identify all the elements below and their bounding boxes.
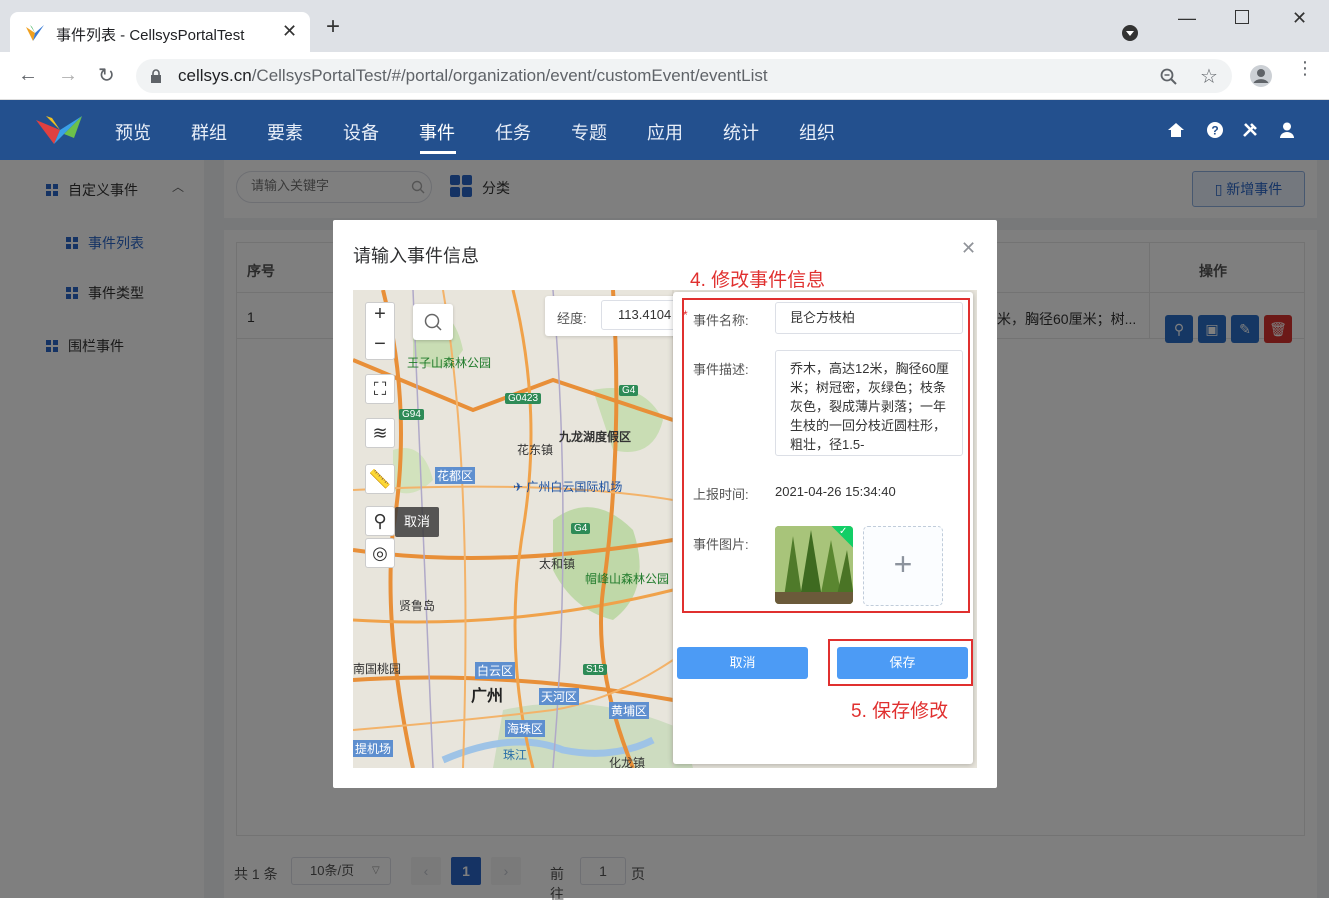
fullscreen-button[interactable]: ⛶	[365, 374, 395, 404]
road-shield: G94	[399, 409, 424, 420]
nav-devices[interactable]: 设备	[343, 119, 379, 145]
step5-annotation: 5. 保存修改	[851, 701, 949, 722]
account-icon[interactable]	[1250, 65, 1272, 87]
map-label: ✈ 广州白云国际机场	[513, 480, 623, 494]
map-label: 海珠区	[505, 720, 546, 737]
app-logo-icon	[26, 25, 44, 41]
nav-active-indicator	[420, 151, 456, 154]
browser-menu-icon[interactable]: ⋮	[1296, 59, 1314, 77]
window-close-icon[interactable]: ✕	[1292, 8, 1307, 29]
tab-close-icon[interactable]: ✕	[282, 21, 297, 42]
road-shield: S15	[583, 664, 607, 675]
locate-button[interactable]: ◎	[365, 538, 395, 568]
road-shield: G0423	[505, 393, 542, 404]
map-label: 花都区	[435, 467, 476, 484]
map-label: 帽峰山森林公园	[585, 572, 670, 586]
nav-topics[interactable]: 专题	[571, 119, 607, 145]
reload-icon[interactable]: ↻	[98, 63, 115, 88]
help-icon[interactable]: ?	[1206, 121, 1224, 139]
step4-annotation: 4. 修改事件信息	[690, 270, 826, 291]
app-top-nav: 预览 群组 要素 设备 事件 任务 专题 应用 统计 组织 ?	[0, 100, 1329, 160]
map-label: 王子山森林公园	[407, 356, 492, 370]
lock-icon	[151, 69, 161, 83]
browser-tab[interactable]: 事件列表 - CellsysPortalTest ✕	[10, 12, 310, 52]
search-icon	[424, 313, 442, 331]
airport-label: 广州白云国际机场	[526, 480, 623, 494]
zoom-out-button[interactable]: −	[372, 333, 388, 356]
dialog-close-icon[interactable]: ✕	[961, 238, 976, 259]
measure-button[interactable]: 📏	[365, 464, 395, 494]
road-shield: G4	[619, 385, 639, 396]
edit-highlight-box	[682, 298, 970, 613]
browser-tab-bar: 事件列表 - CellsysPortalTest ✕ + — ✕	[0, 0, 1329, 52]
ruler-icon: 📏	[368, 469, 392, 489]
map-label: 九龙湖度假区	[559, 430, 632, 444]
minimize-icon[interactable]: —	[1178, 8, 1196, 29]
nav-stats[interactable]: 统计	[723, 119, 759, 145]
forward-icon[interactable]: →	[58, 64, 78, 87]
longitude-label: 经度:	[557, 311, 587, 326]
nav-org[interactable]: 组织	[799, 119, 835, 145]
map-pin-icon: ⚲	[373, 511, 387, 531]
address-bar-row: ← → ↻ cellsys.cn/CellsysPortalTest/#/por…	[0, 52, 1329, 100]
longitude-input[interactable]: 113.4104	[601, 300, 683, 330]
zoom-in-button[interactable]: +	[372, 303, 388, 326]
new-tab-button[interactable]: +	[326, 15, 340, 39]
url-host: cellsys.cn	[178, 66, 252, 85]
map-label: 珠江	[503, 748, 528, 762]
nav-apps[interactable]: 应用	[647, 119, 683, 145]
home-icon[interactable]	[1167, 122, 1185, 138]
event-info-dialog: 请输入事件信息 ✕ 王子山森林公园 G0423 G4 G94 九龙湖度假区 花东…	[333, 220, 997, 788]
map-label: 黄埔区	[609, 702, 650, 719]
nav-elements[interactable]: 要素	[267, 119, 303, 145]
pick-point-button[interactable]: ⚲	[365, 506, 395, 536]
cancel-pick-tooltip[interactable]: 取消	[395, 507, 439, 537]
layers-icon: ≋	[372, 423, 388, 443]
zoom-icon[interactable]	[1160, 68, 1178, 86]
maximize-icon[interactable]	[1235, 10, 1249, 24]
map-label: 化龙镇	[609, 756, 646, 768]
url-input[interactable]: cellsys.cn/CellsysPortalTest/#/portal/or…	[136, 59, 1232, 93]
nav-events[interactable]: 事件	[419, 119, 455, 145]
map-label: 花东镇	[517, 443, 554, 457]
url-path: /CellsysPortalTest/#/portal/organization…	[251, 66, 768, 85]
fullscreen-icon: ⛶	[373, 379, 387, 399]
layers-button[interactable]: ≋	[365, 418, 395, 448]
map-label: 天河区	[539, 688, 580, 705]
map-search-button[interactable]	[413, 304, 453, 340]
road-shield: G4	[571, 523, 591, 534]
svg-text:?: ?	[1211, 124, 1218, 138]
nav-preview[interactable]: 预览	[115, 119, 151, 145]
profile-menu-icon[interactable]	[1121, 24, 1139, 42]
bookmark-star-icon[interactable]: ☆	[1200, 64, 1218, 89]
user-icon[interactable]	[1278, 121, 1296, 139]
cellsys-logo-icon	[36, 116, 82, 144]
target-icon: ◎	[372, 543, 388, 563]
nav-tasks[interactable]: 任务	[495, 119, 531, 145]
map-label: 白云区	[475, 662, 516, 679]
nav-groups[interactable]: 群组	[191, 119, 227, 145]
tools-icon[interactable]	[1241, 121, 1259, 139]
map-label: 广州	[471, 688, 504, 705]
map-label: 太和镇	[539, 557, 576, 571]
save-highlight-box	[828, 639, 973, 686]
map-label: 贤鲁岛	[399, 599, 436, 613]
dialog-title: 请输入事件信息	[353, 246, 479, 266]
tab-title: 事件列表 - CellsysPortalTest	[56, 27, 245, 44]
map-label: 提机场	[353, 740, 394, 757]
map-label: 南国桃园	[353, 662, 402, 676]
back-icon[interactable]: ←	[18, 64, 38, 87]
cancel-button[interactable]: 取消	[677, 647, 808, 679]
